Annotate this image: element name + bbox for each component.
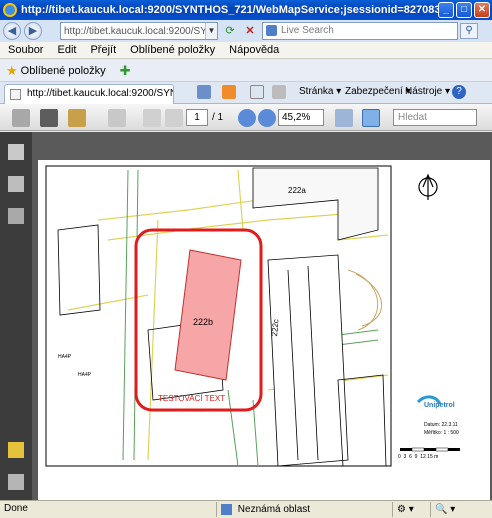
next-page-icon[interactable] [165, 109, 183, 127]
maximize-button[interactable]: □ [456, 2, 472, 18]
home-icon[interactable] [197, 85, 211, 99]
security-menu[interactable]: Zabezpečení ▾ [345, 86, 411, 97]
help-icon[interactable]: ? [452, 85, 466, 99]
page-number-input[interactable]: 1 [186, 109, 208, 126]
find-input[interactable]: Hledat [393, 109, 477, 126]
print-icon[interactable] [272, 85, 286, 99]
tab-label: http://tibet.kaucuk.local:9200/SYNT... [27, 88, 173, 99]
share-icon[interactable] [68, 109, 86, 127]
comment-icon[interactable] [108, 109, 126, 127]
protected-mode-segment[interactable]: ⚙ ▾ [392, 502, 430, 517]
search-placeholder: Live Search [281, 25, 334, 36]
search-input[interactable]: Live Search [262, 22, 458, 40]
left-label-2: HA4P [78, 372, 92, 378]
search-icon[interactable]: ⚲ [460, 23, 478, 39]
label-222a: 222a [288, 186, 306, 195]
prev-page-icon[interactable] [143, 109, 161, 127]
unipetrol-logo: Unipetrol [424, 402, 455, 409]
status-bar: Done Neznámá oblast ⚙ ▾ 🔍 ▾ [0, 500, 492, 518]
add-favorite-icon[interactable]: ✚ [120, 63, 131, 79]
scale-label: Měřítko: 1 : 500 [424, 430, 459, 436]
zoom-segment[interactable]: 🔍 ▾ [430, 502, 492, 517]
window-title: http://tibet.kaucuk.local:9200/SYNTHOS_7… [21, 4, 451, 16]
paperclip-icon[interactable] [8, 474, 24, 490]
layers-icon[interactable] [8, 176, 24, 192]
zoom-out-icon[interactable] [238, 109, 256, 127]
menu-item-help[interactable]: Nápověda [229, 44, 279, 56]
menu-item-go[interactable]: Přejít [90, 44, 116, 56]
date-label: Datum: 22.3.11 [424, 422, 458, 428]
left-label-1: HA4P [58, 354, 72, 360]
feeds-icon[interactable] [222, 85, 236, 99]
save-icon[interactable] [40, 109, 58, 127]
address-dropdown-icon[interactable]: ▼ [205, 23, 217, 39]
print-pdf-icon[interactable] [12, 109, 30, 127]
zoom-select[interactable]: 45,2% [278, 109, 324, 126]
menu-item-file[interactable]: Soubor [8, 44, 43, 56]
tools-menu[interactable]: Nástroje ▾ [405, 86, 450, 97]
stop-icon[interactable]: ✕ [242, 23, 258, 39]
refresh-icon[interactable]: ⟳ [222, 23, 238, 39]
document-area[interactable]: 222a 222b 222c TESTOVACÍ TEXT HA4P HA4P … [32, 132, 492, 500]
zone-segment: Neznámá oblast [216, 502, 392, 517]
zoom-in-icon[interactable] [258, 109, 276, 127]
forward-icon[interactable]: ▶ [24, 22, 42, 40]
favorites-bar: ★ Oblíbené položky ✚ [0, 60, 492, 82]
address-input[interactable]: http://tibet.kaucuk.local:9200/SYN ▼ [60, 22, 218, 40]
annotation-text: TESTOVACÍ TEXT [158, 394, 226, 403]
page-icon [10, 89, 21, 100]
address-url: http://tibet.kaucuk.local:9200/SYN [64, 25, 215, 37]
favorites-star-icon[interactable]: ★ [6, 63, 18, 79]
tab-current[interactable]: http://tibet.kaucuk.local:9200/SYNT... [4, 84, 174, 104]
close-button[interactable]: ✕ [474, 2, 490, 18]
label-222b: 222b [193, 317, 214, 327]
menu-item-edit[interactable]: Edit [57, 44, 76, 56]
map-drawing [45, 165, 460, 467]
tab-bar: http://tibet.kaucuk.local:9200/SYNT... S… [0, 82, 492, 104]
zone-label: Neznámá oblast [237, 504, 311, 515]
fit-page-icon[interactable] [362, 109, 380, 127]
status-text: Done [4, 503, 28, 514]
pages-icon[interactable] [8, 144, 24, 160]
menu-item-favorites[interactable]: Oblíbené položky [130, 44, 215, 56]
mail-icon[interactable] [250, 85, 264, 99]
address-row: ◀ ▶ http://tibet.kaucuk.local:9200/SYN ▼… [0, 20, 492, 42]
scale-ticks: 0 3 6 9 12 15 m [398, 454, 439, 460]
menu-bar: Soubor Edit Přejít Oblíbené položky Nápo… [0, 42, 492, 59]
page-menu[interactable]: Stránka ▾ [299, 86, 341, 97]
favorites-label[interactable]: Oblíbené položky [21, 65, 106, 77]
comments-icon[interactable] [8, 442, 24, 458]
minimize-button[interactable]: _ [438, 2, 454, 18]
page-total: / 1 [212, 112, 224, 123]
window-controls: _ □ ✕ [438, 2, 490, 18]
fit-width-icon[interactable] [335, 109, 353, 127]
back-icon[interactable]: ◀ [3, 22, 21, 40]
globe-icon [221, 503, 232, 515]
label-222c: 222c [270, 318, 281, 337]
live-search-icon [266, 25, 277, 36]
ie-logo-icon [3, 3, 17, 17]
pdf-toolbar: 1 / 1 45,2% Hledat [0, 104, 492, 131]
attachments-binoculars-icon[interactable] [8, 208, 24, 224]
pdf-page: 222a 222b 222c TESTOVACÍ TEXT HA4P HA4P … [38, 160, 490, 500]
pdf-side-panel [0, 132, 32, 500]
title-bar: http://tibet.kaucuk.local:9200/SYNTHOS_7… [0, 0, 492, 20]
